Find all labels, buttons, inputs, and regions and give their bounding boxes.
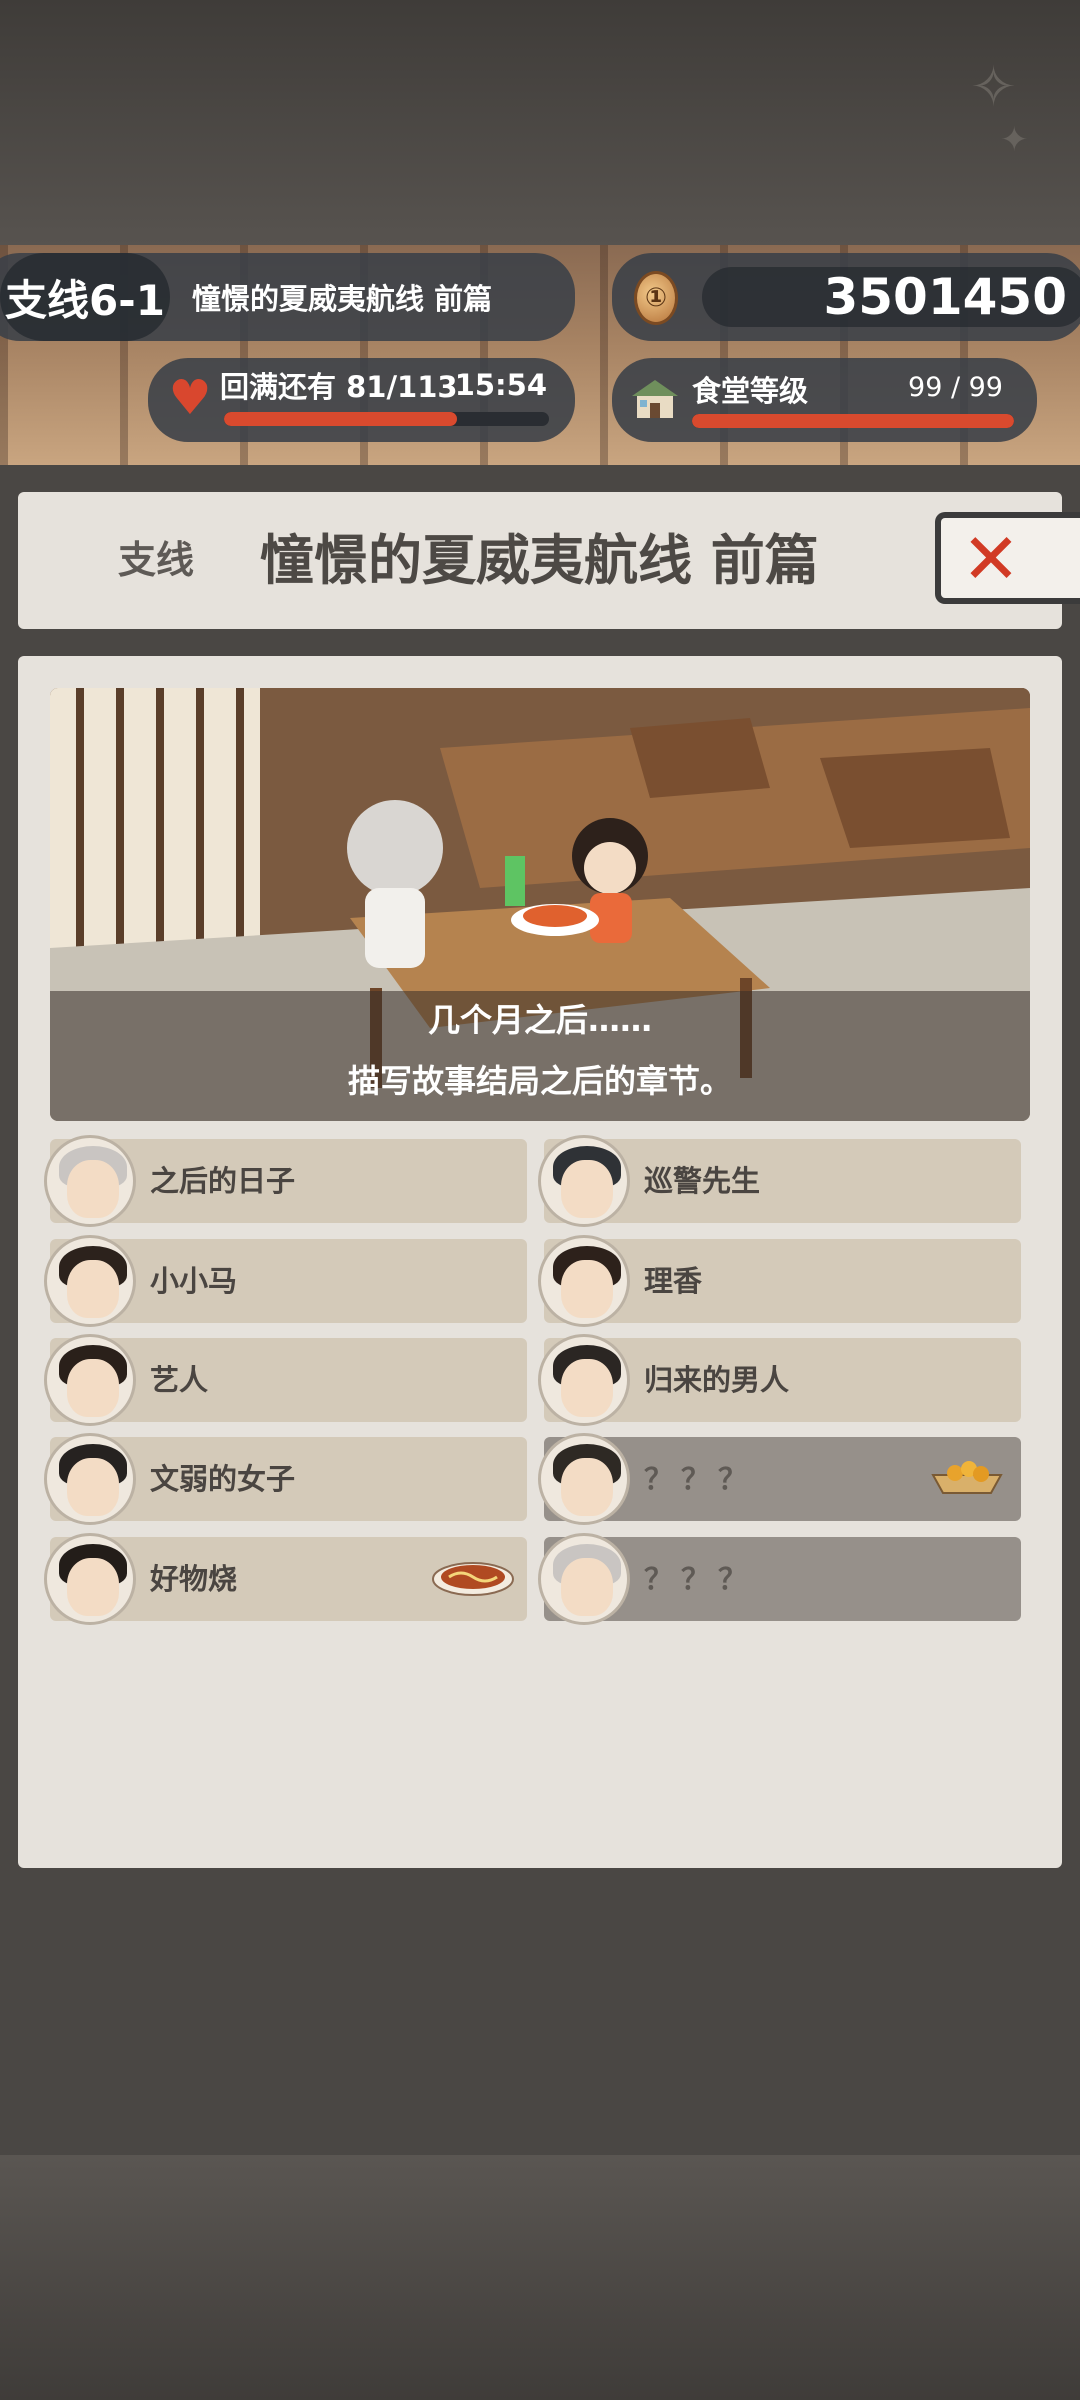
avatar-face: [561, 1558, 613, 1616]
stamina-indicator[interactable]: ♥ 回满还有 81/113 15:54: [148, 358, 575, 442]
scene-caption-line-2: 描写故事结局之后的章节。: [347, 1062, 732, 1100]
game-screen: ✧ ✦ 支线6-1 憧憬的夏威夷航线 前篇 ① 3501450 ♥ 回满还有 8…: [0, 0, 1080, 2400]
sparkle-decoration-icon: ✦: [1000, 120, 1029, 160]
close-button[interactable]: ✕: [935, 512, 1080, 604]
level-bar-fill: [692, 414, 1014, 428]
story-item-label: 文弱的女子: [150, 1462, 296, 1496]
chapter-indicator: 支线6-1 憧憬的夏威夷航线 前篇: [0, 253, 575, 341]
coin-icon: ①: [634, 271, 678, 325]
story-type-tag: 支线: [118, 538, 195, 582]
story-item-locked[interactable]: ？？？: [538, 1533, 1021, 1625]
level-label: 食堂等级: [692, 374, 809, 408]
stamina-bar: [224, 412, 549, 426]
heart-icon: ♥: [168, 370, 212, 426]
scene-caption-line-1: 几个月之后……: [427, 1001, 652, 1039]
story-item[interactable]: 理香: [538, 1235, 1021, 1327]
restaurant-level-indicator[interactable]: 食堂等级 99 / 99: [612, 358, 1037, 442]
level-bar: [692, 414, 1014, 428]
story-title: 憧憬的夏威夷航线 前篇: [260, 529, 819, 592]
okonomiyaki-icon: [432, 1562, 514, 1596]
avatar-face: [561, 1260, 613, 1318]
level-value: 99 / 99: [908, 372, 1003, 403]
character-avatar: [44, 1135, 136, 1227]
story-item-label: 理香: [644, 1264, 703, 1298]
coin-value: 3501450: [823, 268, 1067, 326]
story-item-label: 巡警先生: [644, 1164, 761, 1198]
avatar-face: [561, 1458, 613, 1516]
story-item[interactable]: 小小马: [44, 1235, 527, 1327]
story-item[interactable]: 好物烧: [44, 1533, 527, 1625]
story-item-label: 小小马: [150, 1264, 238, 1298]
avatar-face: [67, 1359, 119, 1417]
story-item-locked[interactable]: ？？？: [538, 1433, 1021, 1525]
coin-value-box: 3501450: [702, 267, 1080, 327]
house-icon: [632, 380, 678, 418]
story-item-label: ？？？: [644, 1462, 756, 1496]
avatar-face: [67, 1558, 119, 1616]
story-item-label: 归来的男人: [644, 1363, 790, 1397]
coin-counter[interactable]: ① 3501450: [612, 253, 1080, 341]
character-avatar: [538, 1135, 630, 1227]
character-avatar: [44, 1235, 136, 1327]
story-item-label: 艺人: [150, 1363, 209, 1397]
story-item-label: 之后的日子: [150, 1164, 296, 1198]
stamina-text: 回满还有 81/113: [220, 370, 458, 404]
stamina-bar-fill: [224, 412, 458, 426]
character-avatar: [44, 1433, 136, 1525]
background-bottom: [0, 2155, 1080, 2400]
chapter-code: 支线6-1: [0, 253, 170, 341]
character-avatar: [44, 1533, 136, 1625]
avatar-face: [67, 1458, 119, 1516]
sparkle-decoration-icon: ✧: [970, 55, 1017, 120]
avatar-face: [561, 1160, 613, 1218]
avatar-face: [561, 1359, 613, 1417]
chapter-title: 憧憬的夏威夷航线 前篇: [192, 282, 493, 316]
character-avatar: [538, 1235, 630, 1327]
character-avatar: [44, 1334, 136, 1426]
story-item[interactable]: 之后的日子: [44, 1135, 527, 1227]
story-header: 支线 憧憬的夏威夷航线 前篇: [18, 492, 1062, 629]
background-top: [0, 0, 1080, 245]
character-avatar: [538, 1533, 630, 1625]
avatar-face: [67, 1160, 119, 1218]
avatar-face: [67, 1260, 119, 1318]
takoyaki-icon: [931, 1461, 1003, 1494]
story-item[interactable]: 文弱的女子: [44, 1433, 527, 1525]
story-item-label: 好物烧: [150, 1562, 238, 1596]
story-item-label: ？？？: [644, 1562, 756, 1596]
close-icon: ✕: [961, 518, 1021, 600]
character-avatar: [538, 1433, 630, 1525]
character-avatar: [538, 1334, 630, 1426]
stamina-timer: 15:54: [454, 368, 547, 402]
story-item[interactable]: 归来的男人: [538, 1334, 1021, 1426]
story-item[interactable]: 艺人: [44, 1334, 527, 1426]
story-item[interactable]: 巡警先生: [538, 1135, 1021, 1227]
